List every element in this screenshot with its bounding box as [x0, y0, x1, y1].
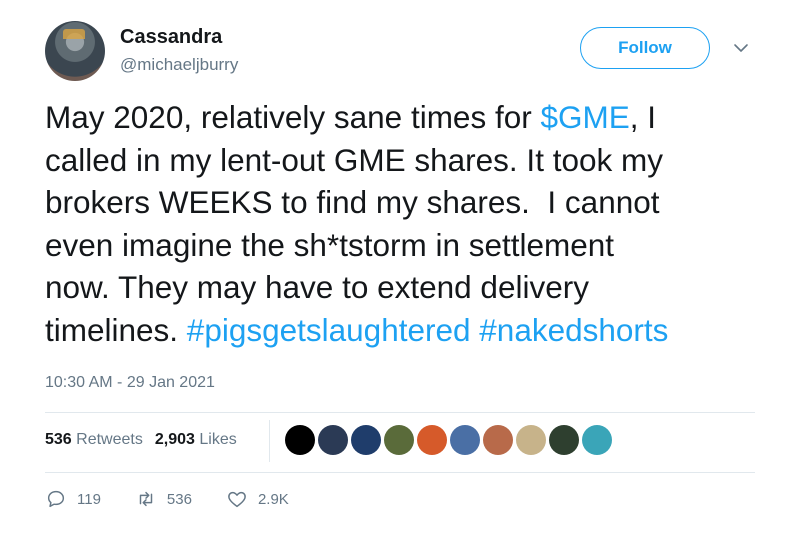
chevron-down-icon[interactable] — [733, 40, 749, 56]
retweet-icon — [139, 491, 153, 507]
cashtag-link[interactable]: $GME — [540, 99, 629, 135]
retweets-label: Retweets — [76, 431, 143, 448]
hashtag-link[interactable]: #pigsgetslaughtered — [187, 312, 471, 348]
likes-count: 2,903 — [154, 431, 195, 448]
user-handle[interactable]: @michaeljburry — [120, 55, 238, 75]
liker-avatar[interactable] — [417, 425, 447, 455]
tweet-text-part2: , I called in my lent-out GME shares. It… — [45, 99, 663, 348]
avatar[interactable] — [45, 21, 105, 81]
likes-stat[interactable]: 2,903 Likes — [155, 431, 237, 449]
liker-avatar[interactable] — [384, 425, 414, 455]
retweets-stat[interactable]: 536 Retweets — [45, 431, 143, 449]
follow-button[interactable]: Follow — [580, 27, 710, 69]
retweets-count: 536 — [45, 431, 72, 448]
liker-avatar[interactable] — [516, 425, 546, 455]
liker-avatar[interactable] — [582, 425, 612, 455]
divider — [269, 420, 270, 462]
tweet-timestamp[interactable]: 10:30 AM - 29 Jan 2021 — [45, 374, 215, 392]
reply-count: 119 — [77, 490, 101, 508]
liker-avatar[interactable] — [351, 425, 381, 455]
reply-icon — [47, 490, 65, 508]
liker-avatar[interactable] — [549, 425, 579, 455]
liker-avatar[interactable] — [285, 425, 315, 455]
like-count: 2.9K — [257, 490, 289, 508]
liker-avatar[interactable] — [318, 425, 348, 455]
tweet-text-part1: May 2020, relatively sane times for — [45, 99, 541, 135]
retweet-button[interactable]: 536 — [135, 488, 192, 510]
divider — [45, 412, 755, 413]
divider — [45, 472, 755, 473]
action-bar: 119 536 2.9K — [45, 488, 323, 510]
reply-button[interactable]: 119 — [45, 488, 101, 510]
likes-label: Likes — [199, 431, 237, 448]
like-button[interactable]: 2.9K — [226, 488, 289, 510]
liker-avatar[interactable] — [450, 425, 480, 455]
heart-icon — [228, 491, 246, 508]
liker-avatar[interactable] — [483, 425, 513, 455]
liker-avatars — [285, 425, 612, 455]
tweet-text: May 2020, relatively sane times for $GME… — [45, 96, 765, 351]
display-name[interactable]: Cassandra — [120, 26, 222, 49]
retweet-count: 536 — [166, 490, 192, 508]
hashtag-link[interactable]: #nakedshorts — [479, 312, 668, 348]
engagement-stats: 536 Retweets 2,903 Likes — [45, 431, 237, 449]
